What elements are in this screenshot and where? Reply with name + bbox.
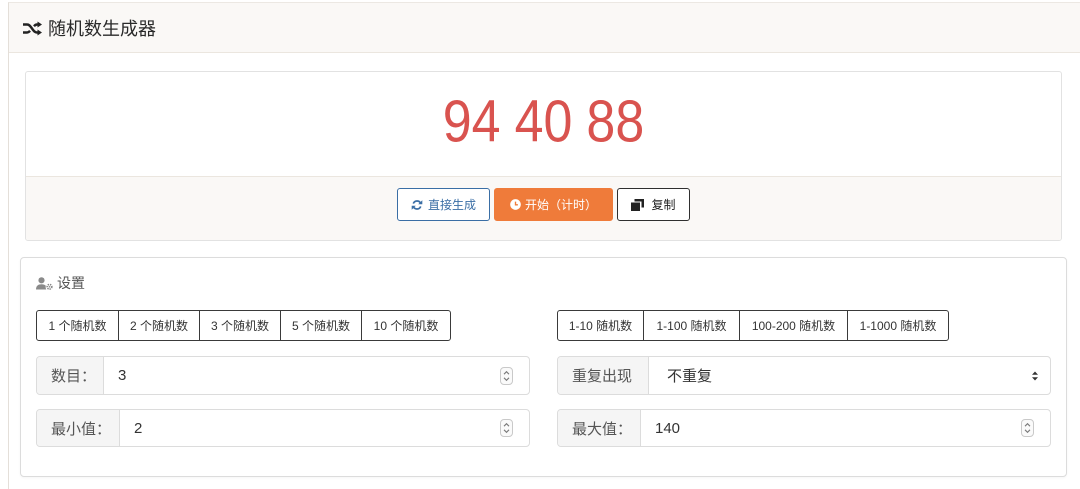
result-number: 88: [586, 88, 645, 156]
generate-button[interactable]: 直接生成: [397, 188, 490, 221]
app-title-text: 随机数生成器: [48, 19, 156, 39]
max-label: 最大值：: [558, 410, 641, 446]
copy-button-label: 复制: [651, 197, 676, 212]
refresh-icon: [411, 199, 423, 211]
count-input[interactable]: [104, 357, 529, 394]
repeat-select-value: 不重复: [667, 368, 713, 385]
range-preset-button[interactable]: 1-100 随机数: [643, 310, 740, 341]
shuffle-icon: [22, 21, 42, 36]
count-preset-button[interactable]: 1 个随机数: [36, 310, 119, 341]
max-field: 最大值：: [557, 409, 1051, 447]
range-preset-button[interactable]: 1-10 随机数: [557, 310, 644, 341]
range-preset-button[interactable]: 1-1000 随机数: [847, 310, 949, 341]
settings-title: 设置: [36, 274, 85, 292]
count-preset-group: 1 个随机数 2 个随机数 3 个随机数 5 个随机数 10 个随机数: [36, 310, 451, 341]
min-input[interactable]: [120, 410, 529, 446]
result-number: 40: [514, 88, 573, 156]
select-arrows-icon: [1031, 370, 1039, 382]
repeat-field: 重复出现 不重复: [557, 356, 1051, 395]
count-field: 数目：: [36, 356, 530, 395]
min-label: 最小值：: [37, 410, 120, 446]
app-title: 随机数生成器: [22, 3, 156, 53]
count-preset-button[interactable]: 5 个随机数: [280, 310, 362, 341]
result-numbers: 94 40 88: [443, 92, 645, 152]
app-header: 随机数生成器: [9, 3, 1080, 53]
user-gear-icon: [36, 276, 53, 290]
generate-button-label: 直接生成: [427, 197, 476, 212]
result-number: 94: [442, 88, 501, 156]
start-timer-button-label: 开始（计时）: [524, 197, 597, 212]
min-field: 最小值：: [36, 409, 530, 447]
range-preset-group: 1-10 随机数 1-100 随机数 100-200 随机数 1-1000 随机…: [557, 310, 949, 341]
count-label: 数目：: [37, 357, 104, 394]
result-card: 94 40 88 直接生成 开始（计时） 复制: [25, 71, 1062, 241]
count-preset-button[interactable]: 10 个随机数: [361, 310, 451, 341]
repeat-select[interactable]: 不重复: [649, 357, 1050, 394]
start-timer-button[interactable]: 开始（计时）: [494, 188, 613, 221]
count-preset-button[interactable]: 2 个随机数: [118, 310, 200, 341]
settings-title-text: 设置: [57, 275, 85, 291]
spinner-arrows-icon[interactable]: [1021, 419, 1034, 437]
range-preset-button[interactable]: 100-200 随机数: [739, 310, 848, 341]
max-input[interactable]: [641, 410, 1050, 446]
count-preset-button[interactable]: 3 个随机数: [199, 310, 281, 341]
result-display: 94 40 88: [26, 72, 1061, 176]
result-actions: 直接生成 开始（计时） 复制: [26, 176, 1061, 240]
spinner-arrows-icon[interactable]: [500, 366, 513, 385]
spinner-arrows-icon[interactable]: [500, 419, 513, 437]
copy-icon: [631, 198, 645, 211]
copy-button[interactable]: 复制: [617, 188, 690, 221]
settings-card: 设置 1 个随机数 2 个随机数 3 个随机数 5 个随机数 10 个随机数 1…: [20, 257, 1067, 477]
repeat-label: 重复出现: [558, 357, 649, 394]
clock-icon: [510, 199, 521, 210]
